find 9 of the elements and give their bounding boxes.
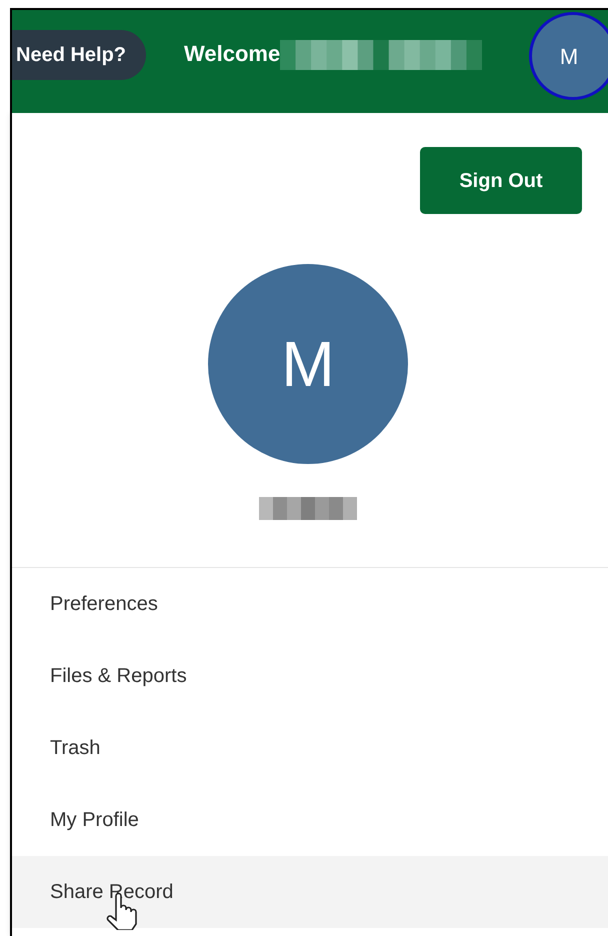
menu-item[interactable]: Trash xyxy=(12,712,608,784)
menu-item[interactable]: Share Record xyxy=(12,856,608,928)
help-button[interactable]: Need Help? xyxy=(12,30,146,80)
welcome-text: Welcome xyxy=(184,43,280,65)
sign-out-button[interactable]: Sign Out xyxy=(420,147,582,214)
avatar-button[interactable]: M xyxy=(529,12,608,100)
menu-item[interactable]: My Profile xyxy=(12,784,608,856)
menu-item[interactable]: Preferences xyxy=(12,568,608,640)
menu-item[interactable]: Files & Reports xyxy=(12,640,608,712)
